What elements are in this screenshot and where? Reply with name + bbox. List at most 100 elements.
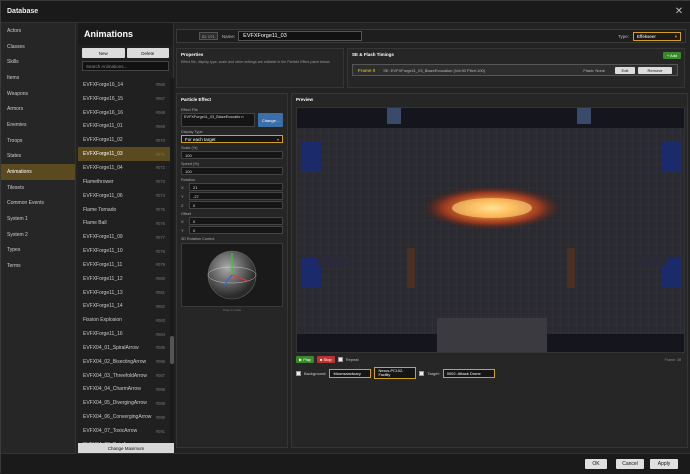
list-item[interactable]: EVFXForge11_02 #070 <box>78 133 170 147</box>
target-select[interactable]: 0002: Attack Drone <box>442 368 495 378</box>
category-item[interactable]: Weapons <box>1 86 75 102</box>
search-input[interactable]: Search Animations... <box>82 61 169 71</box>
list-item[interactable]: EVFXForge11_06 #074 <box>78 189 170 203</box>
list-item-name: EVFXForge16_14 <box>83 81 124 88</box>
se-flash-title: SE & Flash Timings <box>352 52 394 57</box>
category-item[interactable]: Skills <box>1 54 75 70</box>
list-item-id: #090 <box>155 414 165 420</box>
category-item[interactable]: System 2 <box>1 227 75 243</box>
list-scrollbar[interactable] <box>170 78 174 463</box>
list-item[interactable]: EVFXForge11_03 #071 <box>78 147 170 162</box>
list-item[interactable]: EVFX04_07_ToxicArrow #091 <box>78 424 170 438</box>
list-item-name: EVFX04_01_SpiralArrow <box>83 344 139 351</box>
category-item[interactable]: Tilesets <box>1 180 75 196</box>
list-item-id: #078 <box>155 248 165 254</box>
list-item[interactable]: EVFX04_03_ThreefoldArrow #087 <box>78 369 170 383</box>
timing-row[interactable]: Frame 0 SE: EVFXForge11_03_BlazeEvocatio… <box>352 64 678 76</box>
list-item[interactable]: EVFXForge11_16 #084 <box>78 327 170 341</box>
delete-button[interactable]: Delete <box>126 48 169 58</box>
list-item[interactable]: EVFX04_04_CharmArrow #088 <box>78 383 170 397</box>
category-item[interactable]: Items <box>1 70 75 86</box>
preview-stage[interactable] <box>296 107 685 353</box>
target-checkbox[interactable] <box>419 370 425 376</box>
list-item-name: EVFX04_07_ToxicArrow <box>83 428 138 435</box>
list-item[interactable]: EVFXForge11_09 #077 <box>78 230 170 244</box>
list-item-id: #067 <box>155 96 165 102</box>
list-item[interactable]: EVFX04_01_SpiralArrow #085 <box>78 341 170 355</box>
apply-button[interactable]: Apply <box>650 459 678 469</box>
list-item[interactable]: EVFX04_02_BisectingArrow #086 <box>78 355 170 369</box>
list-item-name: EVFXForge11_01 <box>83 123 123 130</box>
rotation-x-field[interactable]: 21 <box>189 183 283 191</box>
add-timing-button[interactable]: + Add <box>663 52 681 59</box>
rotation-z-field[interactable]: 0 <box>189 201 283 209</box>
category-item[interactable]: Troops <box>1 133 75 149</box>
list-item[interactable]: Flamethrower #073 <box>78 175 170 189</box>
repeat-checkbox[interactable] <box>337 357 343 362</box>
type-select[interactable]: Effekseer ▾ <box>633 32 681 41</box>
category-item[interactable]: Actors <box>1 23 75 39</box>
rot-z-key: Z <box>181 202 184 208</box>
list-item-id: #068 <box>155 110 165 116</box>
speed-field[interactable]: 100 <box>181 167 283 175</box>
list-item[interactable]: EVFX04_06_ConvergingArrow #090 <box>78 410 170 424</box>
category-item[interactable]: Armors <box>1 101 75 117</box>
name-field[interactable]: EVFXForge11_03 <box>238 31 363 41</box>
background-checkbox[interactable] <box>296 370 301 376</box>
ok-button[interactable]: OK <box>585 459 607 469</box>
list-item[interactable]: EVFXForge11_01 #069 <box>78 120 170 134</box>
list-item[interactable]: Flame Tornado #075 <box>78 203 170 217</box>
list-item[interactable]: EVFXForge16_15 #067 <box>78 92 170 106</box>
cancel-button[interactable]: Cancel <box>616 459 644 469</box>
list-item[interactable]: EVFXForge11_12 #080 <box>78 272 170 286</box>
remove-button[interactable]: Remove <box>638 67 672 74</box>
header-bar: ID: 071 Name: EVFXForge11_03 Type: Effek… <box>176 29 686 43</box>
database-window: Database ✕ Actors Classes Skills Items Weapo… <box>0 0 690 474</box>
se-text: SE: EVFXForge11_03_BlazeEvocation (Vol:9… <box>383 67 486 73</box>
category-item[interactable]: Classes <box>1 39 75 55</box>
close-icon[interactable]: ✕ <box>673 6 685 18</box>
list-item[interactable]: EVFXForge16_14 #066 <box>78 78 170 92</box>
change-effect-button[interactable]: Change... <box>258 113 283 127</box>
category-item[interactable]: System 1 <box>1 211 75 227</box>
offset-y-field[interactable]: 0 <box>189 226 283 234</box>
list-item-name: EVFXForge16_15 <box>83 95 124 102</box>
rotation-y-field[interactable]: -27 <box>189 192 283 200</box>
list-item[interactable]: EVFXForge11_14 #082 <box>78 300 170 314</box>
category-item[interactable]: Terms <box>1 258 75 274</box>
edit-button[interactable]: Edit <box>615 67 635 74</box>
title-bar: Database ✕ <box>1 1 690 23</box>
category-item[interactable]: Animations <box>1 164 75 180</box>
preview-scene <box>297 108 684 352</box>
play-button[interactable]: ▶ Play <box>296 356 314 363</box>
display-type-select[interactable]: For each target ▾ <box>181 135 283 143</box>
category-item[interactable]: States <box>1 149 75 165</box>
effect-file-label: Effect File <box>181 108 198 112</box>
list-item-name: Flame Tornado <box>83 206 117 213</box>
list-item[interactable]: EVFXForge11_13 #081 <box>78 286 170 300</box>
list-item-id: #086 <box>155 359 165 365</box>
scale-field[interactable]: 100 <box>181 151 283 159</box>
speed-label: Speed (%) <box>181 162 199 166</box>
list-item-id: #083 <box>155 317 165 323</box>
list-item[interactable]: Flame Ball #076 <box>78 216 170 230</box>
list-item[interactable]: EVFXForge11_10 #078 <box>78 244 170 258</box>
scrollbar-thumb[interactable] <box>170 336 174 364</box>
background-select-2[interactable]: Nexus-PC102-Facility <box>374 367 417 379</box>
list-item[interactable]: EVFX04_05_DivergingArrow #089 <box>78 396 170 410</box>
new-button[interactable]: New <box>82 48 125 58</box>
category-item[interactable]: Common Events <box>1 196 75 212</box>
rotation-gizmo[interactable] <box>181 243 283 307</box>
list-item-id: #079 <box>155 262 165 268</box>
category-item[interactable]: Types <box>1 243 75 259</box>
preview-panel: Preview ▶ Play ■ Stop Repeat Frame: 38 B… <box>291 93 688 448</box>
offset-x-field[interactable]: 0 <box>189 217 283 225</box>
list-item[interactable]: EVFXForge16_16 #068 <box>78 106 170 120</box>
list-item[interactable]: Fission Explosion #083 <box>78 313 170 327</box>
list-item[interactable]: EVFXForge11_04 #072 <box>78 161 170 175</box>
change-maximum-button[interactable]: Change Maximum <box>78 443 174 453</box>
category-item[interactable]: Enemies <box>1 117 75 133</box>
list-item[interactable]: EVFXForge11_11 #079 <box>78 258 170 272</box>
background-select-1[interactable]: Moonsanctuary <box>329 368 372 378</box>
stop-button[interactable]: ■ Stop <box>316 356 335 363</box>
